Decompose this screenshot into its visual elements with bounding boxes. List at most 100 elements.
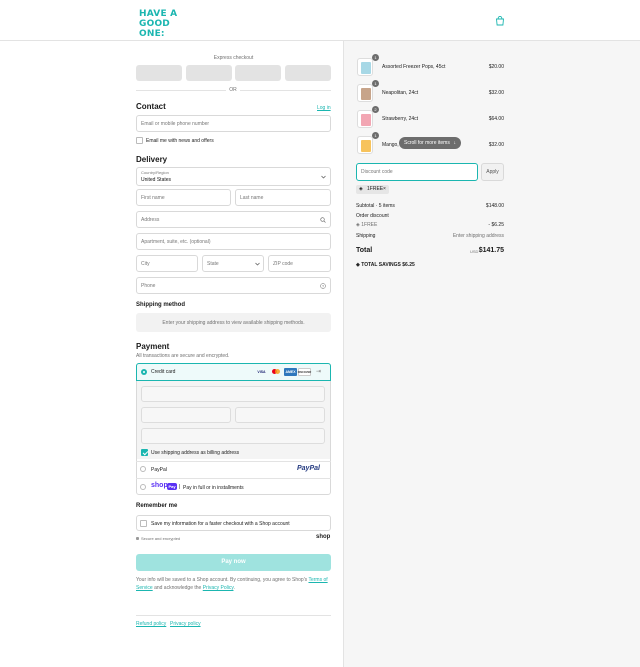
footer-divider <box>136 615 331 616</box>
tag-icon: ◈ <box>359 186 363 192</box>
arrow-down-icon: ↓ <box>453 140 457 146</box>
legal-text-after: . <box>233 585 235 591</box>
applied-discount-tag: ◈ 1FREE × <box>356 185 389 194</box>
legal-text: Your info will be saved to a Shop accoun… <box>136 576 331 592</box>
first-name-field[interactable]: First name <box>136 189 231 206</box>
paypal-logo-text: PayPal <box>297 465 320 472</box>
remember-me-heading: Remember me <box>136 503 178 509</box>
phone-field[interactable]: Phone ? <box>136 277 331 294</box>
refund-policy-link[interactable]: Refund policy <box>136 621 166 627</box>
search-icon <box>320 217 326 223</box>
country-value: United States <box>141 177 172 183</box>
product-image <box>357 136 373 154</box>
payment-divider-1 <box>136 461 331 462</box>
mastercard-logo <box>271 368 281 376</box>
card-cvc-field[interactable] <box>235 407 325 423</box>
city-placeholder: City <box>141 260 150 267</box>
express-button-3[interactable] <box>235 65 281 81</box>
scroll-hint-text: Scroll for more items <box>404 140 450 146</box>
shopping-bag-icon[interactable] <box>495 16 505 26</box>
express-button-4[interactable] <box>285 65 331 81</box>
shoppay-badge: Pay <box>167 483 177 490</box>
currency-code: USD <box>470 249 479 254</box>
pay-now-button[interactable]: Pay now <box>136 554 331 571</box>
address-field[interactable]: Address <box>136 211 331 228</box>
credit-card-radio[interactable] <box>141 369 147 375</box>
legal-text-before: Your info will be saved to a Shop accoun… <box>136 577 309 583</box>
product-image <box>357 84 373 102</box>
total-label: Total <box>356 247 373 254</box>
product-name: Neapolitan, 24ct <box>382 90 419 96</box>
apply-button[interactable]: Apply <box>481 163 504 181</box>
address-placeholder: Address <box>141 216 160 223</box>
discount-code-field[interactable]: Discount code <box>356 163 478 181</box>
product-image <box>357 110 373 128</box>
discount-code-text: 1FREE <box>361 222 378 228</box>
shipping-label: Shipping <box>356 233 376 239</box>
apartment-field[interactable]: Apartment, suite, etc. (optional) <box>136 233 331 250</box>
quantity-badge: 1 <box>372 80 379 87</box>
quantity-badge: 1 <box>372 54 379 61</box>
express-button-1[interactable] <box>136 65 182 81</box>
product-name: Strawberry, 24ct <box>382 116 419 122</box>
brand-logo[interactable]: HAVE A GOOD ONE: <box>139 9 191 39</box>
discover-logo: DISCOVER <box>298 368 311 376</box>
total-value: $141.75 <box>478 247 504 254</box>
order-summary-panel <box>343 41 640 667</box>
express-button-2[interactable] <box>186 65 232 81</box>
subtotal-value: $148.00 <box>485 203 504 209</box>
save-info-option[interactable]: Save my information for a faster checkou… <box>136 515 331 531</box>
zip-placeholder: ZIP code <box>273 260 293 267</box>
divider-right <box>240 90 331 91</box>
shoppay-description: Pay in full or in installments <box>183 485 244 491</box>
shipping-value: Enter shipping address <box>452 233 504 239</box>
discount-value: - $6.25 <box>488 222 504 228</box>
shoppay-separator: | <box>179 484 181 490</box>
total-savings: ◈ TOTAL SAVINGS $6.25 <box>356 262 415 268</box>
save-info-label: Save my information for a faster checkou… <box>151 521 290 527</box>
zip-field[interactable]: ZIP code <box>268 255 331 272</box>
or-label: OR <box>229 87 237 93</box>
product-name: Mango, <box>382 142 399 148</box>
product-image <box>357 58 373 76</box>
logo-line-1: HAVE A <box>139 9 178 19</box>
payment-divider-2 <box>136 478 331 479</box>
shipping-method-notice-box: Enter your shipping address to view avai… <box>136 313 331 332</box>
quantity-badge: 1 <box>372 132 379 139</box>
privacy-policy-link[interactable]: Privacy Policy <box>203 585 234 591</box>
remove-discount-icon[interactable]: × <box>383 185 386 194</box>
billing-same-label: Use shipping address as billing address <box>151 450 240 456</box>
subtotal-row: Subtotal · 5 items $148.00 <box>356 203 504 209</box>
shipping-row: Shipping Enter shipping address <box>356 233 504 239</box>
apartment-placeholder: Apartment, suite, etc. (optional) <box>141 238 211 245</box>
product-price: $20.00 <box>488 64 504 70</box>
shoppay-logo: shop <box>151 482 168 489</box>
email-placeholder: Email or mobile phone number <box>141 120 210 127</box>
card-number-field[interactable] <box>141 386 325 402</box>
legal-text-middle: and acknowledge the <box>152 585 203 591</box>
footer-privacy-link[interactable]: Privacy policy <box>170 621 201 627</box>
last-name-field[interactable]: Last name <box>235 189 331 206</box>
visa-logo: VISA <box>257 370 266 374</box>
help-icon[interactable]: ? <box>320 283 326 289</box>
order-discount-label: Order discount <box>356 213 389 219</box>
shipping-method-heading: Shipping method <box>136 302 185 308</box>
scroll-hint-pill[interactable]: Scroll for more items ↓ <box>399 137 461 149</box>
secure-label: Secure and encrypted <box>141 536 181 541</box>
login-link[interactable]: Log in <box>317 105 331 111</box>
payment-heading: Payment <box>136 342 170 351</box>
chevron-down-icon <box>255 262 260 266</box>
state-select[interactable]: State <box>202 255 264 272</box>
card-expiry-field[interactable] <box>141 407 231 423</box>
billing-same-checkbox[interactable] <box>141 449 148 456</box>
newsletter-checkbox[interactable] <box>136 137 143 144</box>
country-select[interactable]: Country/Region United States <box>136 167 331 186</box>
card-name-field[interactable] <box>141 428 325 444</box>
last-name-placeholder: Last name <box>240 194 264 201</box>
save-info-checkbox[interactable] <box>140 520 147 527</box>
paypal-radio[interactable] <box>140 466 146 472</box>
shoppay-radio[interactable] <box>140 484 146 490</box>
email-field[interactable]: Email or mobile phone number <box>136 115 331 132</box>
logo-line-2: GOOD ONE: <box>139 19 170 39</box>
city-field[interactable]: City <box>136 255 198 272</box>
